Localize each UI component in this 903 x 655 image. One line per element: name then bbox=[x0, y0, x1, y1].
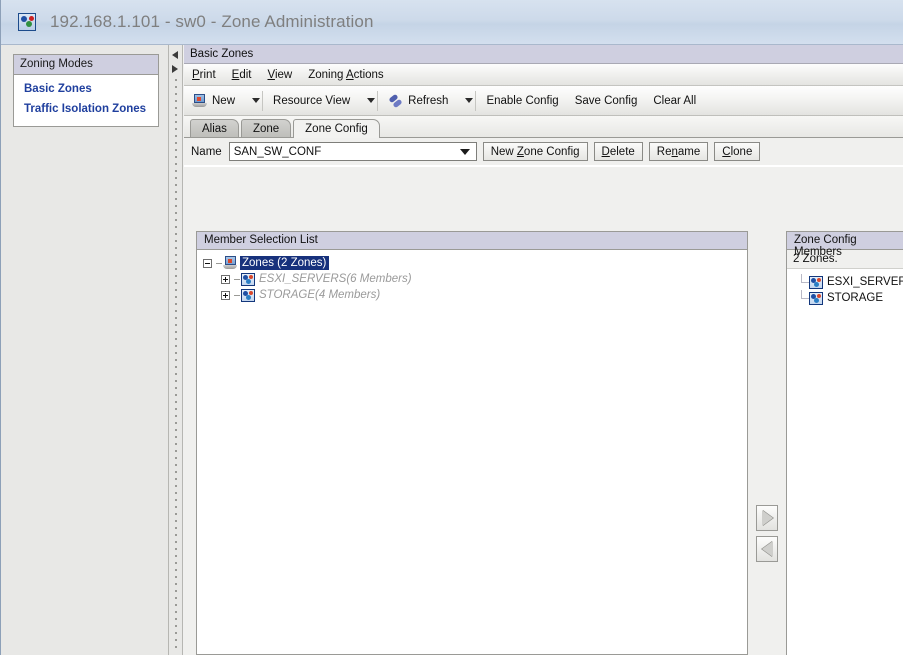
resource-view-button[interactable]: Resource View bbox=[265, 89, 358, 113]
new-zone-config-button[interactable]: New Zone Config bbox=[482, 142, 588, 161]
window-title: 192.168.1.101 - sw0 - Zone Administratio… bbox=[50, 12, 374, 31]
toolbar-separator bbox=[475, 90, 477, 111]
sidebar-item-traffic-isolation-zones[interactable]: Traffic Isolation Zones bbox=[14, 99, 158, 119]
zoning-modes-header-label: Zoning Modes bbox=[20, 58, 93, 70]
add-member-button[interactable] bbox=[756, 505, 778, 531]
new-switch-icon bbox=[192, 93, 207, 108]
new-button-label: New bbox=[212, 94, 236, 107]
expand-toggle-icon[interactable] bbox=[221, 290, 230, 300]
tree-row[interactable]: Zones (2 Zones) bbox=[203, 255, 747, 271]
name-row: Name SAN_SW_CONF New Zone Config Delete … bbox=[184, 138, 903, 165]
new-caret-down-icon[interactable] bbox=[252, 98, 261, 103]
toolbar-separator bbox=[377, 90, 379, 111]
zone-config-name-select[interactable]: SAN_SW_CONF bbox=[228, 142, 477, 161]
member-selection-list-panel: Member Selection List Zones (2 Zones) ES… bbox=[196, 231, 748, 655]
tree-connector bbox=[216, 262, 222, 264]
tree-node-storage: STORAGE(4 Members) bbox=[259, 289, 381, 301]
zone-config-name-value: SAN_SW_CONF bbox=[233, 145, 322, 158]
zoning-modes-box: Zoning Modes Basic Zones Traffic Isolati… bbox=[13, 54, 159, 127]
zone-config-members-count: 2 Zones. bbox=[787, 250, 903, 269]
tree-connector bbox=[801, 274, 809, 283]
zoning-modes-header: Zoning Modes bbox=[14, 55, 158, 75]
member-label-esxi-servers: ESXI_SERVERS bbox=[827, 276, 903, 288]
splitter-grip[interactable] bbox=[175, 79, 177, 649]
menu-zoning-actions[interactable]: Zoning Actions bbox=[300, 67, 391, 83]
tree-row[interactable]: STORAGE(4 Members) bbox=[203, 287, 747, 303]
menu-view[interactable]: View bbox=[259, 67, 300, 83]
zoning-modes-list: Basic Zones Traffic Isolation Zones bbox=[14, 75, 158, 126]
list-item[interactable]: ESXI_SERVERS bbox=[787, 274, 903, 290]
transfer-button-group bbox=[756, 505, 778, 567]
zone-icon bbox=[241, 288, 255, 302]
title-bar: 192.168.1.101 - sw0 - Zone Administratio… bbox=[1, 0, 903, 45]
refresh-button[interactable]: Refresh bbox=[380, 89, 456, 113]
member-label-storage: STORAGE bbox=[827, 292, 884, 304]
menu-print[interactable]: Print bbox=[184, 67, 224, 83]
clear-all-button[interactable]: Clear All bbox=[645, 89, 704, 113]
content-area: Member Selection List Zones (2 Zones) ES… bbox=[184, 167, 903, 655]
app-icon bbox=[18, 13, 36, 31]
clone-button[interactable]: Clone bbox=[714, 142, 761, 161]
zone-icon bbox=[809, 275, 823, 289]
tree-row[interactable]: ESXI_SERVERS(6 Members) bbox=[203, 271, 747, 287]
menu-bar: Print Edit View Zoning Actions bbox=[184, 64, 903, 86]
menu-edit[interactable]: Edit bbox=[224, 67, 260, 83]
triangle-left-icon bbox=[761, 541, 773, 557]
tab-zone-config[interactable]: Zone Config bbox=[293, 119, 380, 138]
resource-view-label: Resource View bbox=[273, 94, 351, 107]
basic-zones-title: Basic Zones bbox=[184, 45, 903, 64]
zone-icon bbox=[241, 272, 255, 286]
zone-icon bbox=[809, 291, 823, 305]
tree-connector bbox=[801, 290, 809, 299]
main-panel: Basic Zones Print Edit View Zoning Actio… bbox=[184, 45, 903, 655]
expand-toggle-icon[interactable] bbox=[221, 274, 230, 284]
list-item[interactable]: STORAGE bbox=[787, 290, 903, 306]
refresh-button-label: Refresh bbox=[408, 94, 449, 107]
toolbar-separator bbox=[262, 90, 264, 111]
name-label: Name bbox=[191, 145, 222, 158]
rename-button[interactable]: Re n ame bbox=[648, 142, 709, 161]
enable-config-button[interactable]: Enable Config bbox=[478, 89, 566, 113]
sidebar-splitter[interactable] bbox=[169, 45, 183, 655]
triangle-right-icon bbox=[761, 510, 773, 526]
refresh-arrows-icon bbox=[388, 93, 403, 108]
member-selection-list-title: Member Selection List bbox=[197, 232, 747, 250]
tree-connector bbox=[234, 294, 240, 296]
triangle-right-icon[interactable] bbox=[172, 65, 178, 73]
zoning-modes-sidebar: Zoning Modes Basic Zones Traffic Isolati… bbox=[1, 45, 169, 655]
sidebar-item-basic-zones[interactable]: Basic Zones bbox=[14, 79, 158, 99]
save-config-button[interactable]: Save Config bbox=[567, 89, 646, 113]
remove-member-button[interactable] bbox=[756, 536, 778, 562]
zone-config-members-title: Zone Config Members bbox=[787, 232, 903, 258]
tree-connector bbox=[234, 278, 240, 280]
tree-node-zones-root: Zones (2 Zones) bbox=[240, 256, 330, 270]
refresh-caret-down-icon[interactable] bbox=[465, 98, 474, 103]
resource-view-caret-down-icon[interactable] bbox=[367, 98, 376, 103]
zone-config-members-list: ESXI_SERVERS STORAGE bbox=[787, 269, 903, 306]
switch-icon bbox=[223, 256, 237, 270]
delete-button[interactable]: Delete bbox=[593, 142, 643, 161]
tab-alias[interactable]: Alias bbox=[190, 119, 239, 138]
caret-down-icon bbox=[459, 148, 470, 155]
member-selection-tree: Zones (2 Zones) ESXI_SERVERS(6 Members) bbox=[197, 250, 747, 303]
tab-underline bbox=[184, 137, 903, 138]
triangle-left-icon[interactable] bbox=[172, 51, 178, 59]
new-button[interactable]: New bbox=[184, 89, 243, 113]
collapse-toggle-icon[interactable] bbox=[203, 258, 212, 268]
zone-config-members-panel: Zone Config Members 2 Zones. ESXI_SERVER… bbox=[786, 231, 903, 655]
tree-node-esxi-servers: ESXI_SERVERS(6 Members) bbox=[259, 273, 412, 285]
tab-zone[interactable]: Zone bbox=[240, 119, 292, 138]
tab-strip: Alias Zone Zone Config bbox=[184, 116, 903, 138]
zone-administration-window: 192.168.1.101 - sw0 - Zone Administratio… bbox=[0, 0, 903, 655]
toolbar: New Resource View Refresh Enable Config … bbox=[184, 86, 903, 116]
